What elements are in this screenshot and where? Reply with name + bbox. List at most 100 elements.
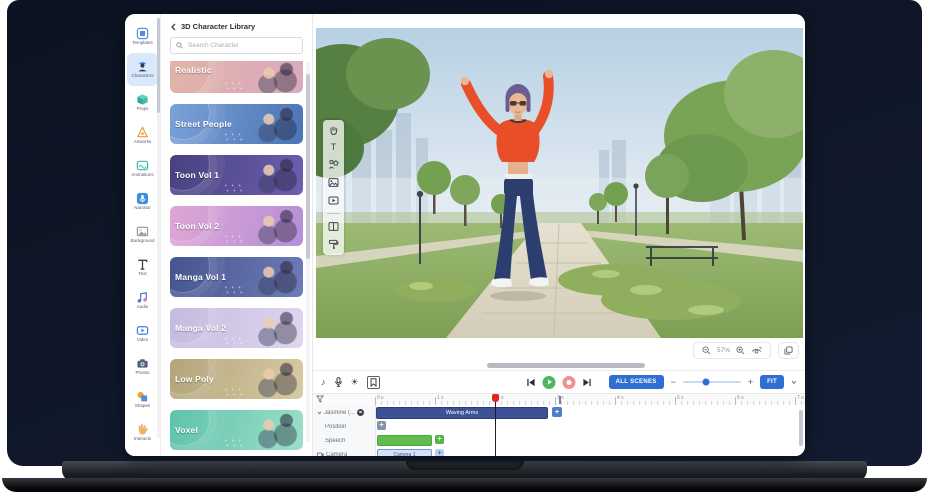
sidebar-item-shapes[interactable]: Shapes: [127, 383, 158, 416]
toolbar-divider: [327, 213, 340, 214]
fit-button[interactable]: FIT: [760, 375, 784, 389]
chevron-down-icon[interactable]: [317, 411, 322, 415]
all-scenes-button[interactable]: ALL SCENES: [609, 375, 664, 389]
sidebar-item-narrator[interactable]: Narrator: [127, 185, 158, 218]
nav-rail: Templates Characters Props Artworks Anim…: [125, 14, 160, 456]
duplicate-icon: [784, 346, 793, 355]
clip-camera-1[interactable]: Camera 1: [377, 449, 432, 456]
video-tool-icon[interactable]: [328, 195, 339, 206]
add-animation-button[interactable]: +: [552, 407, 562, 417]
animations-icon: [136, 159, 149, 172]
track-name-column: Jasmine (... Position Speech Camera: [313, 405, 376, 456]
sidebar-item-animations[interactable]: Animations: [127, 152, 158, 185]
photos-camera-icon: [136, 357, 149, 370]
sidebar-item-characters[interactable]: Characters: [127, 53, 158, 86]
timeline: 0 s 1 s 2 s 3 s 4 s 5 s 6 s 7 s Jasmine …: [313, 393, 805, 456]
card-manga-vol-1[interactable]: Manga Vol 1 + + + + + +: [170, 257, 303, 297]
bookmark-icon: [370, 378, 377, 387]
sidebar-item-audio[interactable]: Audio: [127, 284, 158, 317]
sidebar-item-templates[interactable]: Templates: [127, 20, 158, 53]
hand-tool-icon[interactable]: [328, 125, 339, 136]
track-row-speech[interactable]: Speech: [313, 434, 375, 447]
card-voxel[interactable]: Voxel + + + + + +: [170, 410, 303, 450]
panel-scrollbar[interactable]: [306, 62, 310, 442]
sidebar-item-props[interactable]: Props: [127, 86, 158, 119]
skip-start-icon[interactable]: [527, 378, 536, 387]
search-icon: [176, 42, 183, 49]
music-icon[interactable]: ♪: [321, 378, 326, 387]
video-icon: [136, 324, 149, 337]
clip-speech[interactable]: [377, 435, 432, 446]
filter-funnel-icon[interactable]: [316, 395, 324, 403]
scene-canvas[interactable]: T: [316, 28, 803, 338]
clip-waving-arms[interactable]: Waving Arms: [376, 407, 548, 419]
card-manga-vol-2[interactable]: Manga Vol 2 + + + + + +: [170, 308, 303, 348]
zoom-controls: 57%: [693, 342, 771, 359]
sidebar-item-text[interactable]: Text: [127, 251, 158, 284]
layout-tool-icon[interactable]: [328, 221, 339, 232]
brightness-icon[interactable]: ☀: [351, 378, 359, 387]
character-tool-icon[interactable]: [328, 159, 339, 170]
characters-icon: [136, 60, 149, 73]
card-toon-vol-1[interactable]: Toon Vol 1 + + + + + +: [170, 155, 303, 195]
bookmark-tool[interactable]: [367, 376, 380, 389]
ruler-label: 6 s: [737, 395, 744, 401]
search-box[interactable]: [170, 37, 303, 54]
track-avatar[interactable]: [357, 409, 364, 416]
zoom-in-icon[interactable]: [736, 346, 745, 355]
paint-roller-icon[interactable]: [328, 239, 339, 250]
timeline-tracks: Jasmine (... Position Speech Camera: [313, 405, 805, 456]
timeline-vscrollbar[interactable]: [799, 410, 803, 446]
park-scene: [316, 28, 803, 338]
card-toon-vol-2[interactable]: Toon Vol 2 + + + + + +: [170, 206, 303, 246]
search-input[interactable]: [186, 41, 297, 50]
character-card-list: Realistic + + + + + + Street People + + …: [161, 59, 312, 456]
templates-icon: [136, 27, 149, 40]
card-realistic[interactable]: Realistic + + + + + +: [170, 61, 303, 93]
canvas-controls: 57%: [313, 338, 805, 362]
slider-thumb[interactable]: [703, 379, 710, 386]
track-row-character[interactable]: Jasmine (...: [313, 406, 375, 419]
canvas-toolbar: T: [323, 120, 344, 255]
narrator-icon: [136, 192, 149, 205]
track-row-position[interactable]: Position: [313, 420, 375, 433]
transport-controls: [527, 376, 592, 389]
zoom-level: 57%: [717, 347, 730, 354]
audio-icon: [136, 291, 149, 304]
add-position-button[interactable]: +: [377, 421, 386, 430]
ruler-label: 7 s: [797, 395, 804, 401]
card-street-people[interactable]: Street People + + + + + +: [170, 104, 303, 144]
zoom-slider-plus[interactable]: +: [748, 378, 753, 387]
mic-icon[interactable]: [334, 377, 343, 387]
image-tool-icon[interactable]: [328, 177, 339, 188]
ruler-label: 0 s: [377, 395, 384, 401]
card-low-poly[interactable]: Low Poly + + + + + +: [170, 359, 303, 399]
add-camera-button[interactable]: +: [435, 449, 444, 456]
duplicate-button[interactable]: [778, 342, 799, 359]
timeline-zoom-slider[interactable]: [683, 381, 741, 383]
sidebar-item-video[interactable]: Video: [127, 317, 158, 350]
add-speech-button[interactable]: +: [435, 435, 444, 444]
text-tool-icon[interactable]: T: [331, 143, 337, 152]
character-library-panel: 3D Character Library Realistic + + + + +…: [160, 14, 313, 456]
zoom-slider-minus[interactable]: −: [671, 378, 676, 387]
preview-eye-icon[interactable]: [751, 346, 762, 355]
playhead[interactable]: [495, 394, 496, 456]
play-button[interactable]: [543, 376, 556, 389]
record-button[interactable]: [563, 376, 576, 389]
track-row-camera[interactable]: Camera: [313, 448, 375, 456]
zoom-out-icon[interactable]: [702, 346, 711, 355]
back-chevron-icon[interactable]: [170, 23, 177, 31]
collapse-chevron-icon[interactable]: [791, 379, 797, 385]
track-lanes[interactable]: Waving Arms + + + Camera 1 +: [376, 405, 805, 456]
ruler-label: 4 s: [617, 395, 624, 401]
skip-end-icon[interactable]: [583, 378, 592, 387]
panel-header: 3D Character Library: [161, 14, 312, 34]
ruler-label: 1 s: [437, 395, 444, 401]
sidebar-item-interacts[interactable]: Interacts: [127, 416, 158, 449]
horizontal-scrollbar[interactable]: [487, 363, 645, 368]
canvas-hscroll-row: [313, 362, 805, 370]
sidebar-item-background[interactable]: Background: [127, 218, 158, 251]
sidebar-item-photos[interactable]: Photos: [127, 350, 158, 383]
sidebar-item-artworks[interactable]: Artworks: [127, 119, 158, 152]
